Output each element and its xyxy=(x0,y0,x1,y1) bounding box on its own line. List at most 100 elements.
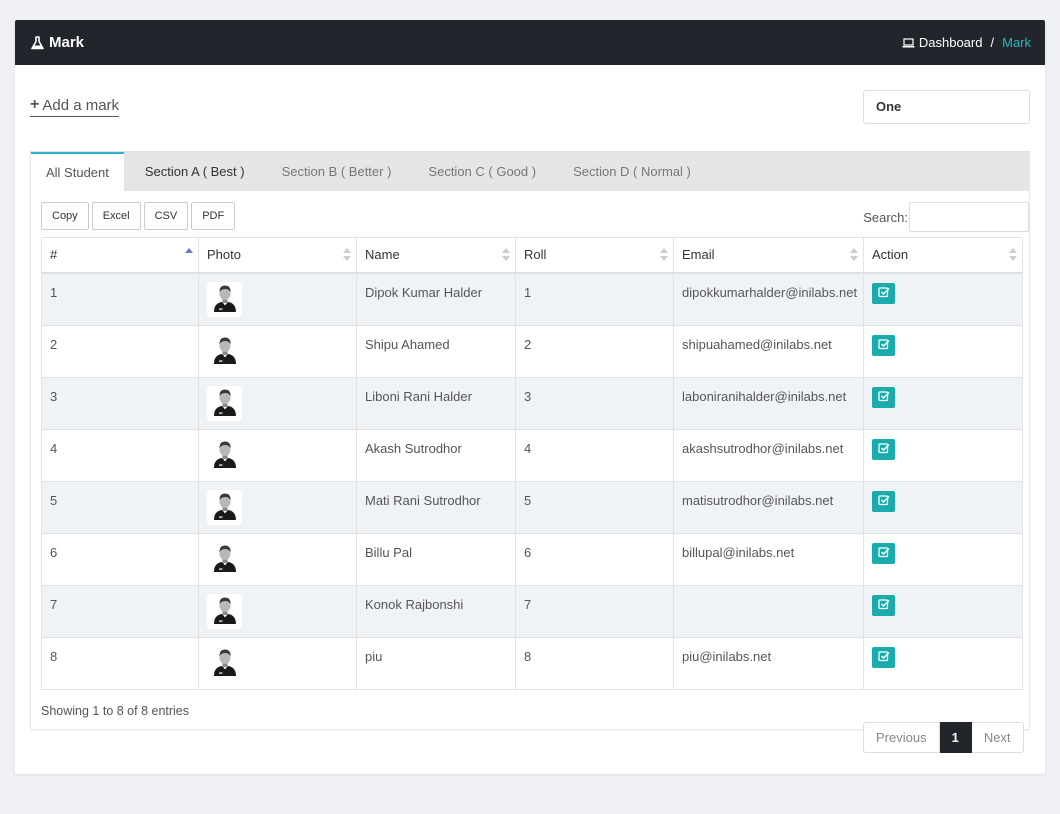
mark-action-button[interactable] xyxy=(872,334,895,356)
cell-name: Dipok Kumar Halder xyxy=(356,272,516,326)
cell-photo xyxy=(198,324,357,378)
cell-email: shipuahamed@inilabs.net xyxy=(673,324,864,378)
default-avatar-icon xyxy=(213,440,237,471)
csv-button[interactable]: CSV xyxy=(143,202,189,230)
cell-name: Mati Rani Sutrodhor xyxy=(356,480,516,534)
cell-photo xyxy=(198,376,357,430)
column-header-number[interactable]: # xyxy=(41,237,199,274)
column-header-label: Roll xyxy=(524,247,547,262)
sort-icon xyxy=(502,248,510,262)
cell-roll: 6 xyxy=(515,532,674,586)
sort-asc-icon xyxy=(185,248,193,262)
check-square-icon xyxy=(877,598,890,613)
cell-email: piu@inilabs.net xyxy=(673,636,864,690)
table-row: 2 Shipu Ahamed 2 shipuahamed@inilabs.net xyxy=(41,324,1023,378)
cell-email xyxy=(673,584,864,638)
cell-email: laboniranihalder@inilabs.net xyxy=(673,376,864,430)
pdf-button[interactable]: PDF xyxy=(191,202,236,230)
cell-action xyxy=(863,428,1023,482)
mark-action-button[interactable] xyxy=(872,386,895,408)
default-avatar-icon xyxy=(213,284,237,315)
check-square-icon xyxy=(877,442,890,457)
cell-roll: 5 xyxy=(515,480,674,534)
tab-section-a[interactable]: Section A ( Best ) xyxy=(130,152,260,191)
breadcrumb-dashboard[interactable]: Dashboard xyxy=(902,35,983,50)
default-avatar-icon xyxy=(213,336,237,367)
cell-photo xyxy=(198,480,357,534)
mark-action-button[interactable] xyxy=(872,542,895,564)
default-avatar-icon xyxy=(213,388,237,419)
avatar xyxy=(207,541,242,577)
pagination: Previous 1 Next xyxy=(863,722,1024,753)
cell-email: akashsutrodhor@inilabs.net xyxy=(673,428,864,482)
cell-action xyxy=(863,636,1023,690)
cell-name: Konok Rajbonshi xyxy=(356,584,516,638)
plus-icon: + xyxy=(30,96,40,113)
previous-page-button[interactable]: Previous xyxy=(863,722,940,753)
cell-action xyxy=(863,376,1023,430)
check-square-icon xyxy=(877,338,890,353)
table-row: 8 piu 8 piu@inilabs.net xyxy=(41,636,1023,690)
table-row: 7 Konok Rajbonshi 7 xyxy=(41,584,1023,638)
sort-icon xyxy=(660,248,668,262)
default-avatar-icon xyxy=(213,596,237,627)
laptop-icon xyxy=(902,37,915,47)
copy-button[interactable]: Copy xyxy=(41,202,89,230)
column-header-photo[interactable]: Photo xyxy=(198,237,357,274)
tab-all-student[interactable]: All Student xyxy=(31,152,124,191)
sort-icon xyxy=(343,248,351,262)
avatar xyxy=(207,333,242,369)
column-header-name[interactable]: Name xyxy=(356,237,516,274)
excel-button[interactable]: Excel xyxy=(91,202,141,230)
table-row: 5 Mati Rani Sutrodhor 5 matisutrodhor@inila… xyxy=(41,480,1023,534)
check-square-icon xyxy=(877,546,890,561)
column-header-label: Name xyxy=(365,247,400,262)
breadcrumb-dashboard-label: Dashboard xyxy=(918,35,983,50)
add-mark-link[interactable]: + Add a mark xyxy=(30,96,120,117)
avatar xyxy=(207,645,242,681)
column-header-action[interactable]: Action xyxy=(863,237,1023,274)
breadcrumb-separator: / xyxy=(990,35,995,50)
cell-photo xyxy=(198,272,357,326)
cell-number: 2 xyxy=(41,324,199,378)
column-header-roll[interactable]: Roll xyxy=(515,237,674,274)
add-mark-label: Add a mark xyxy=(42,96,120,114)
tab-section-c[interactable]: Section C ( Good ) xyxy=(413,152,551,191)
mark-panel: Mark Dashboard / Mark + Add a mark One A… xyxy=(15,20,1045,774)
class-select[interactable]: One xyxy=(863,90,1030,124)
cell-number: 8 xyxy=(41,636,199,690)
tab-section-b[interactable]: Section B ( Better ) xyxy=(267,152,407,191)
cell-action xyxy=(863,584,1023,638)
cell-roll: 7 xyxy=(515,584,674,638)
page-title: Mark xyxy=(31,34,84,51)
cell-photo xyxy=(198,532,357,586)
table-row: 1 Dipok Kumar Halder 1 dipokkumarhalder@ini… xyxy=(41,272,1023,326)
default-avatar-icon xyxy=(213,492,237,523)
next-page-button[interactable]: Next xyxy=(971,722,1024,753)
cell-email: billupal@inilabs.net xyxy=(673,532,864,586)
mark-action-button[interactable] xyxy=(872,594,895,616)
cell-action xyxy=(863,272,1023,326)
cell-action xyxy=(863,532,1023,586)
search-input[interactable] xyxy=(909,202,1029,232)
mark-action-button[interactable] xyxy=(872,282,895,304)
tab-section-d[interactable]: Section D ( Normal ) xyxy=(558,152,706,191)
page-1-button[interactable]: 1 xyxy=(939,722,972,753)
mark-action-button[interactable] xyxy=(872,490,895,512)
column-header-email[interactable]: Email xyxy=(673,237,864,274)
section-tabs: All Student Section A ( Best ) Section B… xyxy=(31,151,1029,191)
page-title-text: Mark xyxy=(49,34,85,51)
cell-email: dipokkumarhalder@inilabs.net xyxy=(673,272,864,326)
breadcrumb-current: Mark xyxy=(1002,35,1031,50)
cell-number: 5 xyxy=(41,480,199,534)
cell-number: 4 xyxy=(41,428,199,482)
check-square-icon xyxy=(877,650,890,665)
check-square-icon xyxy=(877,390,890,405)
search-label: Search: xyxy=(863,209,908,225)
table-info: Showing 1 to 8 of 8 entries xyxy=(41,704,190,718)
avatar xyxy=(207,489,242,525)
table-header-row: # Photo Name Roll Email Action xyxy=(41,237,1023,274)
avatar xyxy=(207,593,242,629)
mark-action-button[interactable] xyxy=(872,646,895,668)
mark-action-button[interactable] xyxy=(872,438,895,460)
